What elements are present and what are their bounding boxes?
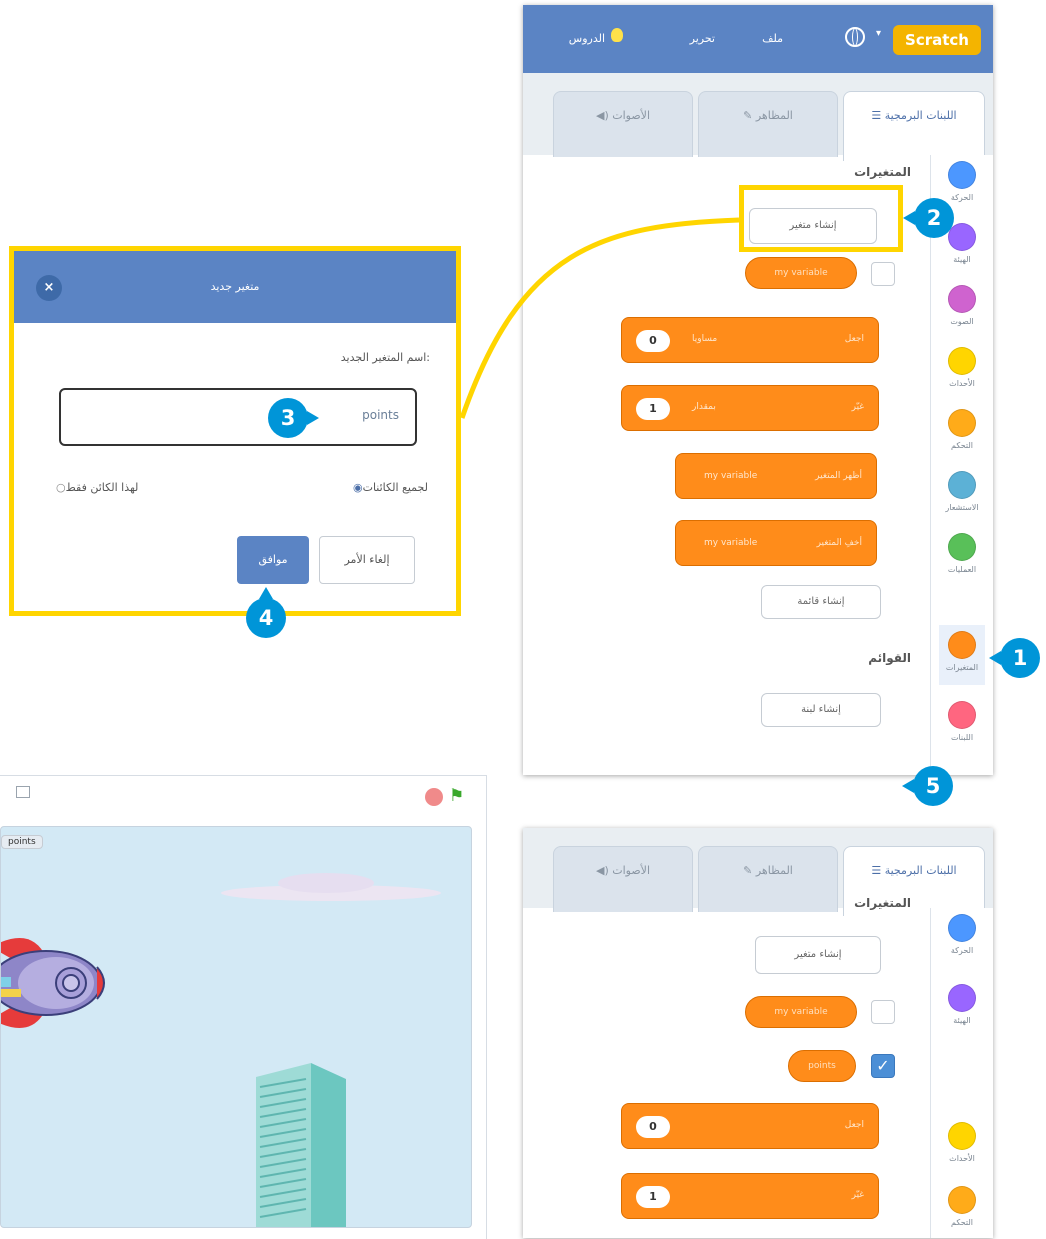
step-badge-5: 5 <box>902 766 953 806</box>
tab-bar: ☰ اللبنات البرمجية ✎ المظاهر ◀) الأصوات <box>523 828 993 916</box>
points-reporter[interactable]: points <box>788 1050 856 1082</box>
field-label: اسم المتغير الجديد: <box>340 351 430 364</box>
block-verb: غيّر <box>851 1190 864 1200</box>
variable-checkbox[interactable] <box>871 1000 895 1024</box>
option-this-sprite[interactable]: ○لهذا الكائن فقط <box>56 481 138 494</box>
category-looks[interactable]: الهيئة <box>939 978 985 1038</box>
my-variable-reporter[interactable]: my variable <box>745 996 857 1028</box>
speaker-icon: ◀) <box>595 864 613 877</box>
variable-name-input[interactable]: points <box>59 388 417 446</box>
step-badge-2: 2 <box>903 198 954 238</box>
cloud-image <box>221 873 441 901</box>
option-all-sprites[interactable]: ◉لجميع الكائنات <box>353 481 428 494</box>
close-icon[interactable]: × <box>36 275 62 301</box>
category-dot <box>948 914 976 942</box>
change-variable-block[interactable]: 1 غيّر <box>621 1173 879 1219</box>
tab-costumes[interactable]: ✎ المظاهر <box>698 846 838 912</box>
value-input[interactable]: 1 <box>636 1186 670 1208</box>
rocket-sprite[interactable] <box>0 927 121 1037</box>
ok-button[interactable]: موافق <box>237 536 309 584</box>
new-variable-dialog: × متغير جديد اسم المتغير الجديد: points … <box>9 246 461 616</box>
tab-sounds[interactable]: ◀) الأصوات <box>553 846 693 912</box>
radio-unselected-icon: ○ <box>56 481 66 494</box>
set-variable-block[interactable]: 0 اجعل <box>621 1103 879 1149</box>
stage-panel: ⚑ points <box>0 775 487 1239</box>
block-verb: اجعل <box>844 1120 864 1130</box>
category-dot <box>948 984 976 1012</box>
dialog-header: × متغير جديد <box>14 251 456 323</box>
category-sidebar: الحركة الهيئة الأحداث التحكم <box>930 908 993 1238</box>
building-image <box>256 1063 346 1227</box>
category-events[interactable]: الأحداث <box>939 1116 985 1176</box>
cancel-button[interactable]: إلغاء الأمر <box>319 536 415 584</box>
value-input[interactable]: 0 <box>636 1116 670 1138</box>
green-flag-icon[interactable]: ⚑ <box>449 786 464 806</box>
points-checkbox[interactable]: ✓ <box>871 1054 895 1078</box>
category-dot <box>948 1186 976 1214</box>
category-dot <box>948 1122 976 1150</box>
stop-icon[interactable] <box>425 788 443 806</box>
step-badge-3: 3 <box>268 398 319 438</box>
step-badge-4: 4 <box>246 587 286 638</box>
category-control[interactable]: التحكم <box>939 1180 985 1238</box>
editor-panel-after: ☰ اللبنات البرمجية ✎ المظاهر ◀) الأصوات … <box>523 828 993 1238</box>
step-badge-1: 1 <box>989 638 1040 678</box>
category-motion[interactable]: الحركة <box>939 908 985 968</box>
points-monitor: points <box>1 835 43 849</box>
code-icon: ☰ <box>871 864 885 877</box>
variables-heading: المتغيرات <box>854 896 911 910</box>
dialog-title: متغير جديد <box>210 280 260 293</box>
make-variable-button[interactable]: إنشاء متغير <box>755 936 881 974</box>
brush-icon: ✎ <box>743 864 756 877</box>
stage-area[interactable]: points <box>0 826 472 1228</box>
small-stage-icon[interactable] <box>16 786 30 798</box>
radio-selected-icon: ◉ <box>352 481 363 494</box>
